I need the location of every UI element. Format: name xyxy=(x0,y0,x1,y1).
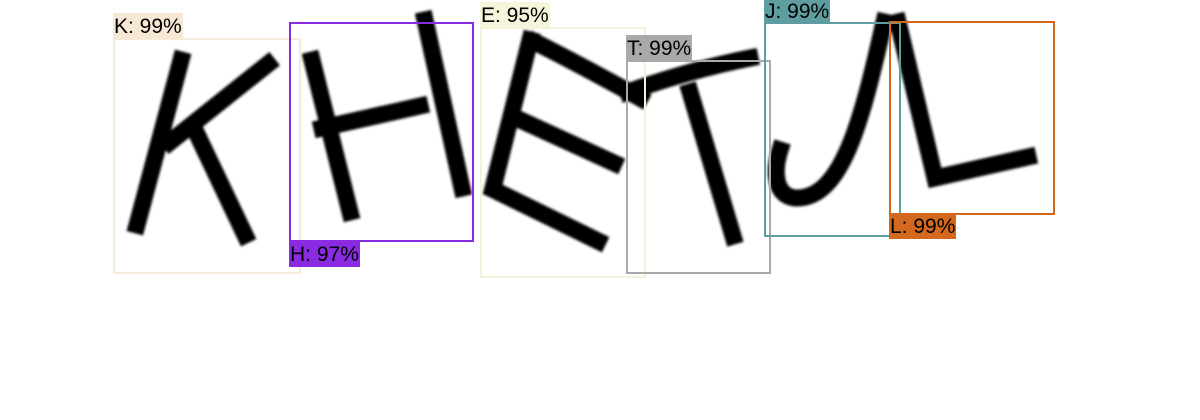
label-t: T: 99% xyxy=(626,35,693,61)
label-k: K: 99% xyxy=(113,13,183,39)
bounding-box-t xyxy=(626,60,771,274)
bounding-box-k xyxy=(113,38,301,274)
label-e: E: 95% xyxy=(480,2,550,28)
bounding-box-l xyxy=(889,21,1055,215)
bounding-box-e xyxy=(480,27,646,278)
label-h: H: 97% xyxy=(289,241,360,267)
bounding-box-h xyxy=(289,22,474,242)
detection-canvas: K: 99% H: 97% E: 95% T: 99% J: 99% L: 99… xyxy=(0,0,1200,420)
bounding-box-j xyxy=(764,22,901,237)
label-l: L: 99% xyxy=(889,213,957,239)
label-j: J: 99% xyxy=(764,0,831,24)
